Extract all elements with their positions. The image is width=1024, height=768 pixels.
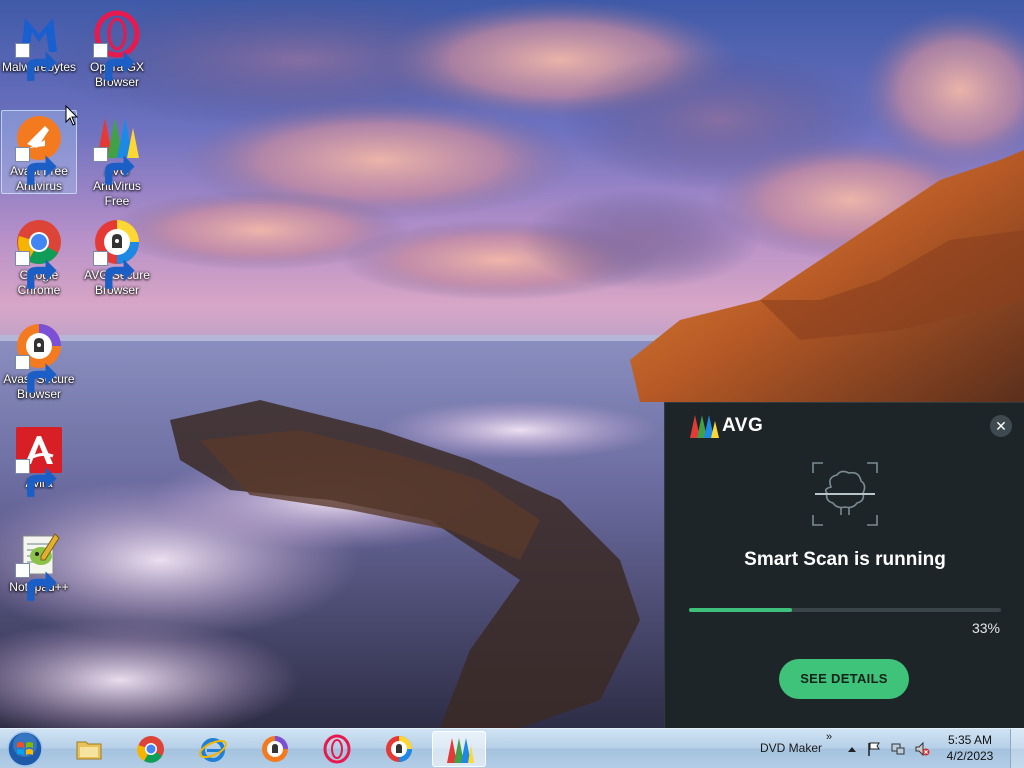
scan-progress-percent: 33% xyxy=(971,620,1000,636)
taskbar-app-avg-secure-browser[interactable] xyxy=(372,731,426,767)
chrome-icon xyxy=(15,218,63,289)
clock-time: 5:35 AM xyxy=(947,733,993,747)
clock-date: 4/2/2023 xyxy=(946,749,994,763)
see-details-button[interactable]: SEE DETAILS xyxy=(779,659,909,699)
mouse-pointer-icon xyxy=(65,105,79,126)
desktop-icon-avira[interactable]: Avira xyxy=(1,422,77,506)
desktop-icon-avg-secure-browser[interactable]: AVG Secure Browser xyxy=(79,214,155,298)
avast-secure-browser-icon xyxy=(15,322,63,393)
scan-progress-bar xyxy=(689,608,1001,612)
avg-browser-icon xyxy=(386,736,412,762)
desktop-icon-avast-secure-browser[interactable]: Avast Secure Browser xyxy=(1,318,77,402)
avast-browser-icon xyxy=(262,736,288,762)
ie-icon xyxy=(199,738,227,762)
avg-icon xyxy=(93,114,141,185)
taskbar-app-avg-antivirus[interactable] xyxy=(432,731,486,767)
desktop-icon-malwarebytes[interactable]: Malwarebytes xyxy=(1,6,77,90)
shortcut-arrow-icon xyxy=(15,459,57,497)
dvd-maker-toolbar[interactable]: DVD Maker xyxy=(760,741,822,755)
action-center-flag-icon[interactable] xyxy=(866,741,882,757)
volume-muted-icon[interactable] xyxy=(914,741,930,757)
desktop-icon-notepad-plus-plus[interactable]: Notepad++ xyxy=(1,526,77,610)
avg-brand-text: AVG xyxy=(722,415,764,436)
opera-icon xyxy=(323,734,351,764)
avg-secure-browser-icon xyxy=(93,218,141,289)
avast-icon xyxy=(15,114,63,185)
scan-progress-fill xyxy=(689,608,792,612)
show-desktop-button[interactable] xyxy=(1010,729,1024,768)
start-button[interactable] xyxy=(6,730,44,768)
show-hidden-icons-icon[interactable] xyxy=(844,741,860,757)
close-icon[interactable]: ✕ xyxy=(990,415,1012,437)
taskbar-app-internet-explorer[interactable] xyxy=(186,731,240,767)
avg-logo: AVG xyxy=(689,413,763,439)
desktop-icon-google-chrome[interactable]: Google Chrome xyxy=(1,214,77,298)
notepad-plus-plus-icon xyxy=(15,530,63,601)
malwarebytes-icon xyxy=(15,10,63,81)
taskbar-app-file-explorer[interactable] xyxy=(62,731,116,767)
shortcut-arrow-icon xyxy=(93,251,135,289)
taskbar-app-chrome[interactable] xyxy=(124,731,178,767)
folder-icon xyxy=(76,741,102,760)
avg-notification-panel: AVG ✕ Smart Scan is running 33% SEE DETA… xyxy=(664,402,1024,728)
shortcut-arrow-icon xyxy=(15,563,57,601)
toolbar-chevron-icon[interactable]: » xyxy=(826,731,832,743)
shortcut-arrow-icon xyxy=(15,251,57,289)
taskbar-app-avast-secure-browser[interactable] xyxy=(248,731,302,767)
brain-scan-icon xyxy=(812,462,878,526)
scan-status-text: Smart Scan is running xyxy=(744,549,946,570)
taskbar-app-opera-gx[interactable] xyxy=(310,731,364,767)
avg-icon xyxy=(447,738,474,763)
shortcut-arrow-icon xyxy=(93,147,135,185)
network-icon[interactable] xyxy=(890,741,906,757)
avg-logo-icon xyxy=(690,415,719,438)
avira-icon xyxy=(15,426,63,497)
taskbar: DVD Maker » 5:35 AM 4/2/2023 xyxy=(0,728,1024,768)
opera-gx-icon xyxy=(93,10,141,81)
shortcut-arrow-icon xyxy=(15,355,57,393)
desktop-icon-avg-antivirus[interactable]: AVG AntiVirus Free xyxy=(79,110,155,208)
chrome-icon xyxy=(137,736,164,763)
system-clock[interactable]: 5:35 AM 4/2/2023 xyxy=(942,732,998,764)
shortcut-arrow-icon xyxy=(15,43,57,81)
shortcut-arrow-icon xyxy=(15,147,57,185)
shortcut-arrow-icon xyxy=(93,43,135,81)
desktop-icon-opera-gx[interactable]: Opera GX Browser xyxy=(79,6,155,90)
